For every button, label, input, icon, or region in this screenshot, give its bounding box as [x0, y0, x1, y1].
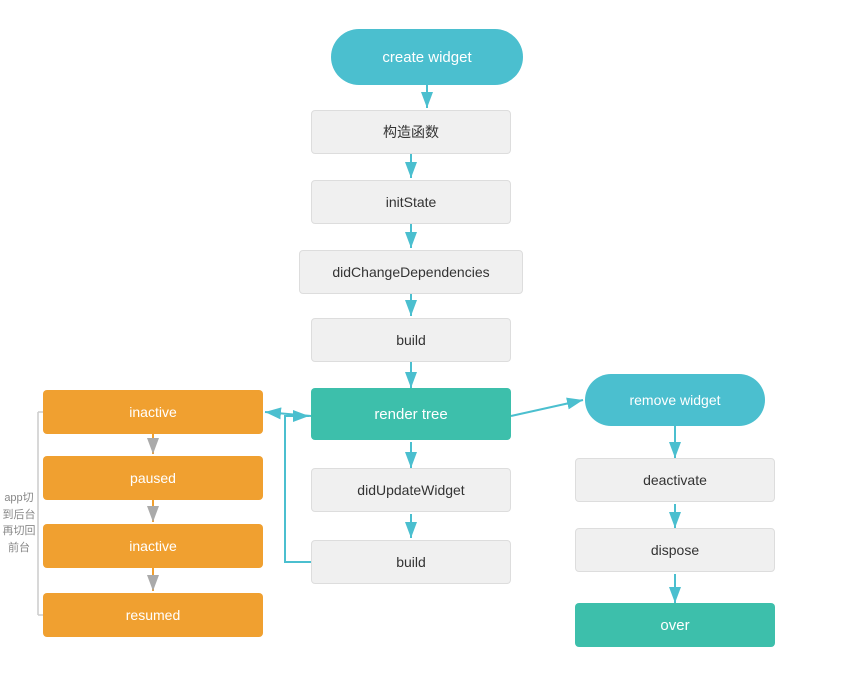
diagram: create widget 构造函数 initState didChangeDe… [0, 0, 856, 673]
build2-node: build [311, 540, 511, 584]
dispose-node: dispose [575, 528, 775, 572]
constructor-node: 构造函数 [311, 110, 511, 154]
did-update-widget-node: didUpdateWidget [311, 468, 511, 512]
render-tree-node: render tree [311, 388, 511, 440]
remove-widget-node: remove widget [585, 374, 765, 426]
inactive2-node: inactive [43, 524, 263, 568]
inactive1-node: inactive [43, 390, 263, 434]
resumed-node: resumed [43, 593, 263, 637]
build1-node: build [311, 318, 511, 362]
paused-node: paused [43, 456, 263, 500]
app-lifecycle-label: app切到后台再切回前台 [0, 490, 38, 556]
did-change-deps-node: didChangeDependencies [299, 250, 523, 294]
create-widget-node: create widget [331, 29, 523, 85]
init-state-node: initState [311, 180, 511, 224]
over-node: over [575, 603, 775, 647]
deactivate-node: deactivate [575, 458, 775, 502]
